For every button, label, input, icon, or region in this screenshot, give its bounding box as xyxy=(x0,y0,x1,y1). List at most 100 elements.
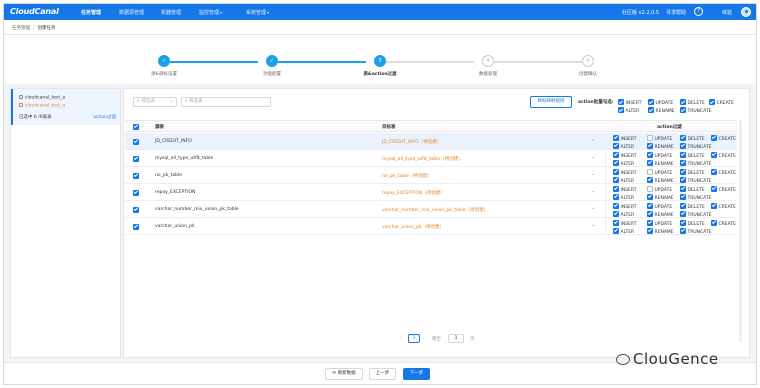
table-row[interactable]: varchar_union_pk varchar_union_pk（待创建） ⌄ IN… xyxy=(125,218,737,235)
action-delete-checkbox[interactable]: DELETE xyxy=(680,202,705,210)
action-filter-link[interactable]: action过滤 xyxy=(93,114,116,120)
action-alter-checkbox[interactable]: ALTER xyxy=(613,142,634,150)
batch-alter-checkbox[interactable]: ALTER xyxy=(618,107,639,114)
action-update-checkbox[interactable]: UPDATE xyxy=(647,151,672,159)
action-insert-checkbox[interactable]: INSERT xyxy=(613,168,636,176)
row-checkbox[interactable] xyxy=(133,172,139,179)
target-table-name[interactable]: repay_EXCEPTION（待创建） xyxy=(382,190,445,196)
help-link[interactable]: 寻求帮助 xyxy=(666,9,686,16)
goto-page-input[interactable]: 1 xyxy=(448,334,464,343)
row-checkbox[interactable] xyxy=(133,155,139,162)
batch-delete-checkbox[interactable]: DELETE xyxy=(680,99,705,106)
breadcrumb: 任务管理 / 创建任务 xyxy=(12,25,56,31)
nav-system-management[interactable]: 系统管理▾ xyxy=(246,9,269,16)
action-create-checkbox[interactable]: CREATE xyxy=(711,185,736,193)
action-alter-checkbox[interactable]: ALTER xyxy=(613,176,634,184)
chevron-down-icon[interactable]: ⌄ xyxy=(591,171,595,177)
action-delete-checkbox[interactable]: DELETE xyxy=(680,168,705,176)
target-table-name[interactable]: varchar_number_mix_union_pk_table（待创建） xyxy=(382,207,488,213)
action-rename-checkbox[interactable]: RENAME xyxy=(647,227,674,235)
next-page-icon[interactable]: › xyxy=(423,336,425,341)
select-all-checkbox[interactable] xyxy=(133,123,139,130)
action-update-checkbox[interactable]: UPDATE xyxy=(647,219,672,227)
question-icon[interactable]: ? xyxy=(694,7,703,16)
chevron-down-icon[interactable]: ⌄ xyxy=(591,188,595,194)
action-truncate-checkbox[interactable]: TRUNCATE xyxy=(680,142,712,150)
chevron-down-icon[interactable]: ⌄ xyxy=(591,137,595,143)
nav-datasource-management[interactable]: 数据源管理 xyxy=(119,9,144,16)
refresh-data-button[interactable]: ⟳ 刷新数据 xyxy=(325,368,363,380)
prev-page-icon[interactable]: ‹ xyxy=(400,336,402,341)
action-alter-checkbox[interactable]: ALTER xyxy=(613,193,634,201)
action-update-checkbox[interactable]: UPDATE xyxy=(647,168,672,176)
batch-update-checkbox[interactable]: UPDATE xyxy=(648,99,673,106)
filter-select[interactable]: ⌕ 筛选表 ⌄ xyxy=(133,97,177,107)
action-rename-checkbox[interactable]: RENAME xyxy=(647,193,674,201)
column-divider xyxy=(605,150,606,166)
action-update-checkbox[interactable]: UPDATE xyxy=(647,202,672,210)
search-input[interactable]: ⌕ 筛选表 xyxy=(181,97,271,107)
vertical-scrollbar[interactable] xyxy=(739,120,742,342)
target-table-name[interactable]: mysql_all_type_utf8_table（待创建） xyxy=(382,156,463,162)
chevron-down-icon[interactable]: ⌄ xyxy=(591,205,595,211)
nav-monitor-management[interactable]: 监控管理▾ xyxy=(199,9,222,16)
batch-truncate-checkbox[interactable]: TRUNCATE xyxy=(680,107,712,114)
batch-insert-checkbox[interactable]: INSERT xyxy=(618,99,641,106)
page-1-button[interactable]: 1 xyxy=(408,334,420,343)
breadcrumb-parent[interactable]: 任务管理 xyxy=(12,26,30,31)
action-truncate-checkbox[interactable]: TRUNCATE xyxy=(680,176,712,184)
action-insert-checkbox[interactable]: INSERT xyxy=(613,151,636,159)
action-rename-checkbox[interactable]: RENAME xyxy=(647,142,674,150)
checkbox-icon xyxy=(680,142,686,149)
table-row[interactable]: mysql_all_type_utf8_table mysql_all_type_… xyxy=(125,150,737,167)
chevron-down-icon[interactable]: ⌄ xyxy=(591,154,595,160)
step-1-check-icon: ✓ xyxy=(158,55,170,67)
user-name[interactable]: 体验 xyxy=(722,9,732,16)
avatar[interactable] xyxy=(741,7,751,17)
table-row[interactable]: no_pk_table no_pk_table（待创建） ⌄ INSERT UPDATE… xyxy=(125,167,737,184)
target-mapping-rule-button[interactable]: 目标映射规则 xyxy=(530,96,572,108)
action-update-checkbox[interactable]: UPDATE xyxy=(647,134,672,142)
target-table-name[interactable]: JD_CREDIT_INFO（待创建） xyxy=(382,139,441,145)
action-delete-checkbox[interactable]: DELETE xyxy=(680,134,705,142)
action-insert-checkbox[interactable]: INSERT xyxy=(613,185,636,193)
action-insert-checkbox[interactable]: INSERT xyxy=(613,134,636,142)
row-checkbox[interactable] xyxy=(133,206,139,213)
action-create-checkbox[interactable]: CREATE xyxy=(711,151,736,159)
action-delete-checkbox[interactable]: DELETE xyxy=(680,185,705,193)
action-truncate-checkbox[interactable]: TRUNCATE xyxy=(680,193,712,201)
action-alter-checkbox[interactable]: ALTER xyxy=(613,227,634,235)
target-table-name[interactable]: varchar_union_pk（待创建） xyxy=(382,224,444,230)
action-insert-checkbox[interactable]: INSERT xyxy=(613,219,636,227)
action-create-checkbox[interactable]: CREATE xyxy=(711,219,736,227)
row-checkbox[interactable] xyxy=(133,189,139,196)
prev-step-button[interactable]: 上一步 xyxy=(369,368,396,380)
action-update-checkbox[interactable]: UPDATE xyxy=(647,185,672,193)
action-truncate-checkbox[interactable]: TRUNCATE xyxy=(680,159,712,167)
action-delete-checkbox[interactable]: DELETE xyxy=(680,219,705,227)
action-rename-checkbox[interactable]: RENAME xyxy=(647,210,674,218)
action-truncate-checkbox[interactable]: TRUNCATE xyxy=(680,210,712,218)
target-table-name[interactable]: no_pk_table（待创建） xyxy=(382,173,431,179)
nav-machine-management[interactable]: 机器管理 xyxy=(161,9,181,16)
action-create-checkbox[interactable]: CREATE xyxy=(711,202,736,210)
row-checkbox[interactable] xyxy=(133,223,139,230)
action-truncate-checkbox[interactable]: TRUNCATE xyxy=(680,227,712,235)
table-row[interactable]: JD_CREDIT_INFO JD_CREDIT_INFO（待创建） ⌄ INSERT… xyxy=(125,133,737,150)
next-step-button[interactable]: 下一步 xyxy=(403,368,430,380)
table-row[interactable]: repay_EXCEPTION repay_EXCEPTION（待创建） ⌄ INSE… xyxy=(125,184,737,201)
action-rename-checkbox[interactable]: RENAME xyxy=(647,176,674,184)
action-alter-checkbox[interactable]: ALTER xyxy=(613,210,634,218)
action-create-checkbox[interactable]: CREATE xyxy=(711,134,736,142)
batch-create-checkbox[interactable]: CREATE xyxy=(709,99,734,106)
table-row[interactable]: varchar_number_mix_union_pk_table varchar… xyxy=(125,201,737,218)
action-delete-checkbox[interactable]: DELETE xyxy=(680,151,705,159)
batch-rename-checkbox[interactable]: RENAME xyxy=(648,107,675,114)
chevron-down-icon[interactable]: ⌄ xyxy=(591,222,595,228)
action-create-checkbox[interactable]: CREATE xyxy=(711,168,736,176)
action-alter-checkbox[interactable]: ALTER xyxy=(613,159,634,167)
row-checkbox[interactable] xyxy=(133,138,139,145)
action-insert-checkbox[interactable]: INSERT xyxy=(613,202,636,210)
action-rename-checkbox[interactable]: RENAME xyxy=(647,159,674,167)
nav-task-management[interactable]: 任务管理 xyxy=(81,9,101,16)
